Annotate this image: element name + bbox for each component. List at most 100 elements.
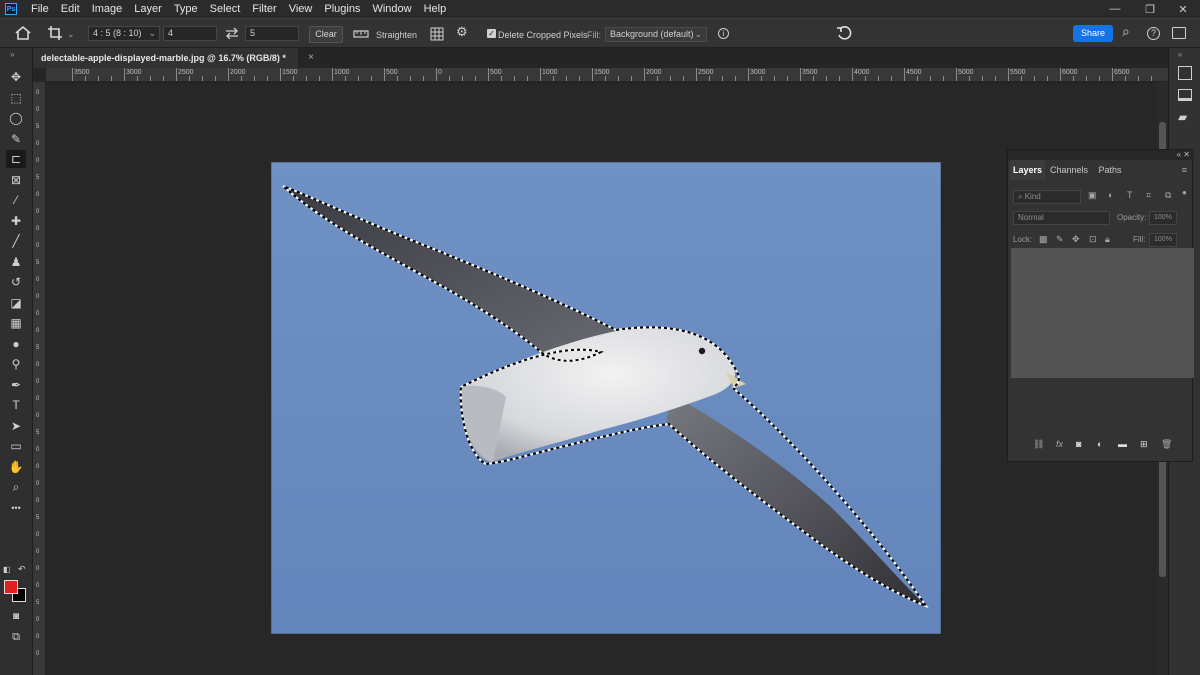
smart-object-filter-icon[interactable]: ⧉ <box>1165 190 1171 201</box>
crop-tool-icon[interactable] <box>47 25 63 41</box>
minimize-button[interactable]: — <box>1098 0 1132 18</box>
straighten-icon[interactable] <box>353 27 369 40</box>
link-layers-icon[interactable]: ⛓ <box>1033 439 1044 450</box>
path-select-tool[interactable]: ➤ <box>6 417 26 435</box>
new-layer-icon[interactable]: ⊞ <box>1140 439 1148 450</box>
quick-mask-icon[interactable]: ◙ <box>6 608 26 626</box>
blur-tool[interactable]: ● <box>6 335 26 353</box>
crop-tool[interactable]: ⊏ <box>6 150 26 168</box>
document-tab[interactable]: delectable-apple-displayed-marble.jpg @ … <box>33 48 314 68</box>
home-icon[interactable] <box>14 25 32 41</box>
menu-plugins[interactable]: Plugins <box>318 0 366 18</box>
quick-select-tool[interactable]: ✎ <box>6 130 26 148</box>
screen-mode-icon[interactable]: ⧉ <box>6 628 26 646</box>
rectangle-tool[interactable]: ▭ <box>6 437 26 455</box>
eraser-tool[interactable]: ◪ <box>6 294 26 312</box>
clear-button[interactable]: Clear <box>309 26 343 43</box>
zoom-tool[interactable]: ⌕ <box>6 478 26 496</box>
libraries-panel-icon[interactable] <box>1178 89 1192 101</box>
panel-menu-icon[interactable]: ≡ <box>1182 165 1187 175</box>
collapse-tools-icon[interactable]: » <box>10 50 14 59</box>
adjustment-filter-icon[interactable]: ◐ <box>1108 190 1113 200</box>
layer-list[interactable] <box>1011 248 1194 378</box>
blend-mode-dropdown[interactable]: Normal <box>1013 211 1110 225</box>
panel-collapse-controls[interactable]: « ✕ <box>1008 150 1194 160</box>
pixel-filter-icon[interactable]: ▣ <box>1088 190 1097 201</box>
default-colors-icon[interactable]: ◧ <box>3 565 11 574</box>
brush-tool[interactable]: ╱ <box>6 232 26 250</box>
marquee-tool[interactable]: ⬚ <box>6 89 26 107</box>
document-image[interactable] <box>271 162 941 634</box>
horizontal-ruler[interactable]: 3500 3000 2500 2000 1500 1000 500 0 500 1000 1500 2… <box>46 68 1168 82</box>
lock-pixels-icon[interactable]: ✎ <box>1056 234 1064 245</box>
lock-artboard-icon[interactable]: ⊡ <box>1089 234 1097 245</box>
workspace-icon[interactable] <box>1172 27 1186 39</box>
menu-image[interactable]: Image <box>86 0 129 18</box>
move-tool[interactable]: ✥ <box>6 68 26 86</box>
lock-position-icon[interactable]: ✥ <box>1072 234 1080 245</box>
fill-input[interactable]: 100% <box>1149 233 1177 247</box>
history-brush-tool[interactable]: ↺ <box>6 273 26 291</box>
type-filter-icon[interactable]: T <box>1127 190 1133 200</box>
close-window-button[interactable]: ✕ <box>1166 0 1200 18</box>
straighten-label[interactable]: Straighten <box>376 29 417 41</box>
fill-dropdown[interactable]: Background (default) ⌄ <box>605 27 707 42</box>
gear-icon[interactable]: ⚙ <box>456 25 468 38</box>
menu-layer[interactable]: Layer <box>128 0 168 18</box>
tab-paths[interactable]: Paths <box>1094 160 1126 180</box>
delete-layer-icon[interactable]: 🗑︎ <box>1161 439 1172 450</box>
menu-help[interactable]: Help <box>418 0 453 18</box>
grid-overlay-icon[interactable] <box>430 27 444 41</box>
gradient-tool[interactable]: ▦ <box>6 314 26 332</box>
properties-panel-icon[interactable] <box>1178 66 1192 80</box>
info-icon[interactable]: i <box>718 28 729 39</box>
menu-select[interactable]: Select <box>204 0 247 18</box>
frame-tool[interactable]: ⊠ <box>6 171 26 189</box>
hand-tool[interactable]: ✋ <box>6 458 26 476</box>
comments-icon[interactable]: ▰ <box>1178 110 1187 124</box>
close-tab-icon[interactable]: × <box>308 48 314 68</box>
more-tools[interactable]: ••• <box>6 499 26 517</box>
type-tool[interactable]: T <box>6 396 26 414</box>
menu-window[interactable]: Window <box>366 0 417 18</box>
maximize-button[interactable]: ❐ <box>1133 0 1167 18</box>
add-mask-icon[interactable]: ◙ <box>1076 439 1081 449</box>
expand-panels-icon[interactable]: « <box>1178 50 1182 59</box>
menu-view[interactable]: View <box>283 0 319 18</box>
tool-preset-chevron-icon[interactable]: ⌄ <box>67 28 75 40</box>
tab-layers[interactable]: Layers <box>1010 160 1045 180</box>
vertical-ruler[interactable]: 0 0 5 0 0 5 0 0 0 0 5 0 0 0 0 5 0 0 0 0 5 0 0 0 0 5 0 0 0 0 5 0 0 0 <box>33 82 46 675</box>
dodge-tool[interactable]: ⚲ <box>6 355 26 373</box>
ratio-height-input[interactable]: 5 <box>245 26 299 41</box>
kind-filter-dropdown[interactable]: ⌕ Kind <box>1013 190 1081 204</box>
ratio-width-input[interactable]: 4 <box>163 26 217 41</box>
adjustment-layer-icon[interactable]: ◐ <box>1097 439 1102 449</box>
search-icon[interactable]: ⌕ <box>1122 24 1130 38</box>
fx-icon[interactable]: fx <box>1056 439 1063 449</box>
menu-edit[interactable]: Edit <box>55 0 86 18</box>
menu-file[interactable]: File <box>25 0 55 18</box>
help-icon[interactable]: ? <box>1147 27 1160 40</box>
lock-transparency-icon[interactable]: ▩ <box>1039 234 1048 245</box>
clone-stamp-tool[interactable]: ♟ <box>6 253 26 271</box>
opacity-input[interactable]: 100% <box>1149 211 1177 225</box>
swap-icon[interactable] <box>225 27 239 39</box>
menu-type[interactable]: Type <box>168 0 204 18</box>
swap-colors-icon[interactable]: ↶ <box>18 564 26 575</box>
new-group-icon[interactable]: ▬ <box>1118 439 1127 449</box>
eyedropper-tool[interactable]: ⁄ <box>6 191 26 209</box>
ruler-tick <box>410 76 411 81</box>
foreground-color-swatch[interactable] <box>4 580 18 594</box>
filter-toggle-icon[interactable]: ● <box>1182 188 1187 197</box>
lock-all-icon[interactable]: 🔒︎ <box>1105 234 1110 245</box>
shape-filter-icon[interactable]: ⌗ <box>1146 190 1151 201</box>
delete-cropped-checkbox[interactable]: ✓ <box>487 29 496 38</box>
reset-rotate-icon[interactable] <box>836 25 852 41</box>
menu-filter[interactable]: Filter <box>246 0 282 18</box>
tab-channels[interactable]: Channels <box>1048 160 1090 180</box>
lasso-tool[interactable]: ◯ <box>6 109 26 127</box>
pen-tool[interactable]: ✒ <box>6 376 26 394</box>
healing-brush-tool[interactable]: ✚ <box>6 212 26 230</box>
ratio-preset-dropdown[interactable]: 4 : 5 (8 : 10) ⌄ <box>88 26 160 41</box>
share-button[interactable]: Share <box>1073 25 1113 42</box>
